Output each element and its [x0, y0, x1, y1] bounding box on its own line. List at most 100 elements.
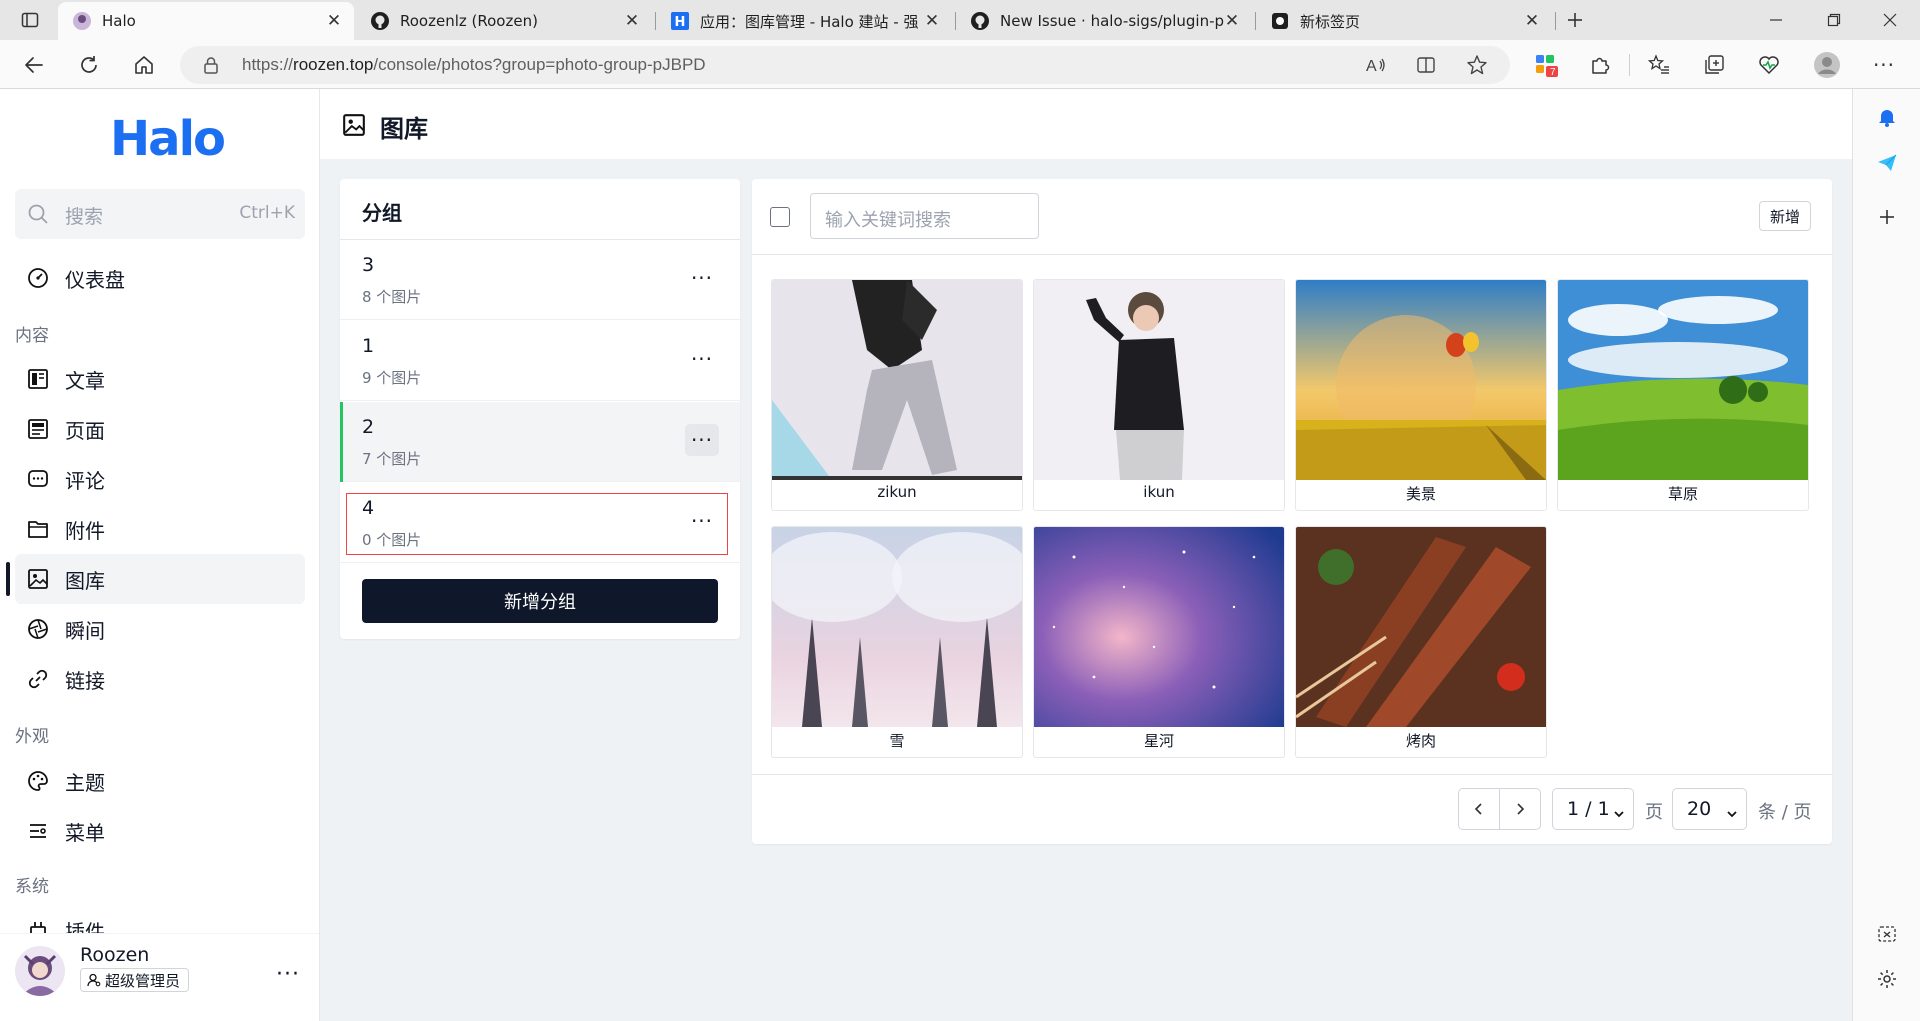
favorites-icon[interactable] — [1641, 47, 1677, 83]
sidebar-item-dashboard[interactable]: 仪表盘 — [15, 253, 305, 303]
tab-close-icon[interactable]: ✕ — [1524, 11, 1540, 31]
restore-icon[interactable] — [1806, 0, 1862, 40]
window-close-icon[interactable] — [1862, 0, 1918, 40]
extensions-app-icon[interactable]: 7 — [1528, 47, 1564, 83]
photo-caption: 美景 — [1405, 485, 1436, 503]
back-icon[interactable] — [16, 47, 52, 83]
sidebar-item-attachments[interactable]: 附件 — [15, 504, 305, 554]
sidebar-search[interactable]: 搜索 Ctrl+K — [15, 189, 305, 239]
favorite-star-icon[interactable] — [1466, 54, 1488, 80]
url-path: /console/photos?group=photo-group-pJBPD — [373, 55, 706, 74]
user-more-button[interactable]: ··· — [276, 962, 300, 987]
halo-logo[interactable]: Halo — [110, 111, 226, 167]
group-item-active[interactable]: 2 7 个图片 ··· — [340, 402, 740, 482]
new-photo-button[interactable]: 新增 — [1759, 201, 1811, 231]
photo-card[interactable]: 烤肉 — [1295, 526, 1547, 758]
sidebar-item-label: 瞬间 — [65, 618, 105, 643]
photo-card[interactable]: 星河 — [1033, 526, 1285, 758]
sidebar-item-menus[interactable]: 菜单 — [15, 806, 305, 856]
refresh-icon[interactable] — [71, 47, 107, 83]
puzzle-extension-icon[interactable] — [1582, 47, 1618, 83]
tab-title: Halo — [102, 12, 136, 30]
photo-card[interactable]: 雪 — [771, 526, 1023, 758]
sidebar-item-posts[interactable]: 文章 — [15, 354, 305, 404]
select-all-checkbox[interactable] — [770, 207, 790, 227]
sidebar-item-label: 菜单 — [65, 820, 105, 845]
url-text[interactable]: https://roozen.top/console/photos?group=… — [242, 55, 706, 75]
sidebar-settings-gear-icon[interactable] — [1869, 961, 1905, 997]
avatar[interactable] — [15, 946, 65, 996]
tab-close-icon[interactable]: ✕ — [326, 11, 342, 31]
tab-github-profile[interactable]: Roozenlz (Roozen) ✕ — [356, 2, 652, 40]
photo-card[interactable]: ikun — [1033, 279, 1285, 511]
next-page-button[interactable] — [1499, 788, 1541, 830]
add-group-button[interactable]: 新增分组 — [362, 579, 718, 623]
photo-thumbnail — [1558, 280, 1808, 480]
read-aloud-icon[interactable]: A — [1365, 55, 1387, 79]
palette-icon — [27, 770, 49, 792]
tab-title: 新标签页 — [1300, 12, 1361, 31]
user-profile-bar: Roozen 超级管理员 ··· — [0, 933, 319, 1021]
tab-close-icon[interactable]: ✕ — [924, 11, 940, 31]
prev-page-button[interactable] — [1458, 788, 1500, 830]
profile-avatar-icon[interactable] — [1809, 47, 1845, 83]
lock-icon[interactable] — [202, 56, 220, 78]
sidebar-item-pages[interactable]: 页面 — [15, 404, 305, 454]
group-more-button[interactable]: ··· — [685, 505, 719, 537]
sidebar-item-photos[interactable]: 图库 — [6, 554, 305, 604]
tab-close-icon[interactable]: ✕ — [624, 11, 640, 31]
browser-tab-bar: Halo ✕ Roozenlz (Roozen) ✕ H 应用：图库管理 - H… — [0, 0, 1920, 40]
page-title: 图库 — [380, 115, 428, 143]
halo-favicon-icon — [72, 11, 92, 31]
tab-new-tab[interactable]: 新标签页 ✕ — [1256, 2, 1552, 40]
photo-card[interactable]: zikun — [771, 279, 1023, 511]
minimize-icon[interactable] — [1748, 0, 1804, 40]
user-role-label: 超级管理员 — [105, 971, 181, 990]
page-select[interactable]: 1 / 1 — [1552, 788, 1634, 830]
page-size-select[interactable]: 20 — [1672, 788, 1747, 830]
browser-essentials-icon[interactable] — [1751, 47, 1787, 83]
tab-github-issue[interactable]: New Issue · halo-sigs/plugin-pho ✕ — [956, 2, 1252, 40]
group-item[interactable]: 1 9 个图片 ··· — [340, 321, 740, 401]
group-name: 2 — [362, 416, 375, 438]
photo-toolbar: 输入关键词搜索 新增 — [752, 179, 1832, 255]
new-tab-plus-icon[interactable] — [1557, 2, 1593, 38]
address-bar[interactable]: https://roozen.top/console/photos?group=… — [180, 46, 1510, 84]
split-screen-icon[interactable] — [1416, 55, 1436, 79]
tab-halo[interactable]: Halo ✕ — [58, 2, 354, 40]
sidebar-item-themes[interactable]: 主题 — [15, 756, 305, 806]
new-tab-icon — [1270, 11, 1290, 31]
sidebar-item-comments[interactable]: 评论 — [15, 454, 305, 504]
group-more-button[interactable]: ··· — [685, 262, 719, 294]
add-sidebar-app-icon[interactable] — [1869, 199, 1905, 235]
home-icon[interactable] — [126, 47, 162, 83]
tab-close-icon[interactable]: ✕ — [1224, 11, 1240, 31]
sidebar-item-moments[interactable]: 瞬间 — [15, 604, 305, 654]
notification-bell-icon[interactable] — [1869, 99, 1905, 135]
telegram-send-icon[interactable] — [1869, 145, 1905, 181]
group-item[interactable]: 3 8 个图片 ··· — [340, 240, 740, 320]
github-icon — [970, 11, 990, 31]
aperture-icon — [27, 618, 49, 640]
page-unit-label: 页 — [1645, 802, 1663, 823]
photo-card[interactable]: 美景 — [1295, 279, 1547, 511]
keyword-search-input[interactable]: 输入关键词搜索 — [810, 193, 1039, 239]
group-more-button[interactable]: ··· — [685, 343, 719, 375]
toolbar-divider — [1629, 54, 1630, 76]
section-content: 内容 — [15, 326, 49, 346]
search-placeholder: 搜索 — [65, 206, 104, 228]
group-item-selected[interactable]: 4 0 个图片 ··· — [340, 483, 740, 563]
group-name: 3 — [362, 254, 375, 276]
screenshot-icon[interactable] — [1869, 916, 1905, 952]
photo-card[interactable]: 草原 — [1557, 279, 1809, 511]
article-icon — [27, 368, 49, 390]
settings-more-icon[interactable]: ··· — [1866, 47, 1902, 83]
group-count: 9 个图片 — [362, 369, 422, 387]
group-count: 0 个图片 — [362, 531, 422, 549]
halo-console: Halo 搜索 Ctrl+K 仪表盘 内容 文章 页面 评论 附件 图库 瞬间 … — [0, 89, 1852, 1021]
sidebar-item-links[interactable]: 链接 — [15, 654, 305, 704]
group-more-button[interactable]: ··· — [685, 424, 719, 456]
tab-halo-app[interactable]: H 应用：图库管理 - Halo 建站 - 强 ✕ — [656, 2, 952, 40]
collections-icon[interactable] — [1696, 47, 1732, 83]
tab-actions-icon[interactable] — [12, 2, 48, 38]
